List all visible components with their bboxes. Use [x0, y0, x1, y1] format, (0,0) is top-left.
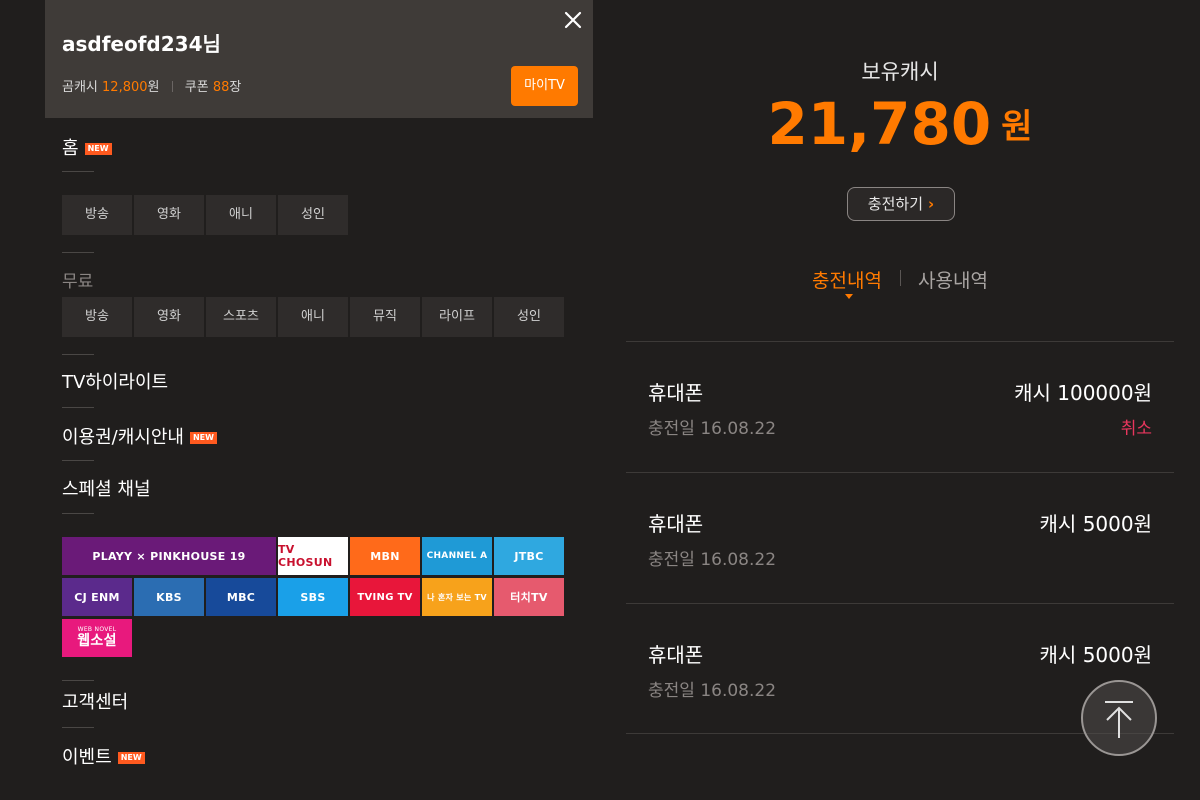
channel-tile-tving[interactable]: TVING TV: [350, 578, 420, 616]
caret-down-icon: [845, 294, 853, 299]
scroll-top-button[interactable]: [1081, 680, 1157, 756]
free-category-anime[interactable]: 애니: [278, 297, 348, 337]
channel-tile-kbs[interactable]: KBS: [134, 578, 204, 616]
divider: [62, 252, 94, 253]
tab-usage-history[interactable]: 사용내역: [918, 266, 988, 293]
cancel-link[interactable]: 취소: [1121, 414, 1152, 439]
home-category-adult[interactable]: 성인: [278, 195, 348, 235]
cash-amount-unit: 원: [1001, 107, 1033, 147]
free-category-life[interactable]: 라이프: [422, 297, 492, 337]
history-amount: 캐시 100000원: [1014, 381, 1152, 405]
channel-tile-webnovel[interactable]: WEB NOVEL 웹소설: [62, 619, 132, 657]
coupon-label: 쿠폰: [184, 80, 209, 95]
free-section-title: 무료: [62, 272, 94, 292]
cash-amount: 21,780 원: [626, 90, 1174, 158]
new-badge: NEW: [84, 143, 112, 155]
channel-tile-sbs[interactable]: SBS: [278, 578, 348, 616]
arrow-up-icon: [1105, 701, 1133, 738]
divider: [62, 407, 94, 408]
divider: [62, 171, 94, 172]
coupon-value: 88: [212, 80, 230, 95]
menu-item-ticket-label: 이용권/캐시안내: [62, 427, 184, 448]
menu-item-event-label: 이벤트: [62, 747, 112, 768]
channel-tile-channel-a[interactable]: CHANNEL A: [422, 537, 492, 575]
gomcash-value: 12,800: [102, 80, 148, 95]
username: asdfeofd234님: [62, 32, 221, 56]
divider: [62, 513, 94, 514]
channel-tile-mbc[interactable]: MBC: [206, 578, 276, 616]
history-amount: 캐시 5000원: [1039, 512, 1152, 536]
webnovel-label: 웹소설: [77, 632, 117, 649]
tab-divider: [900, 270, 901, 286]
history-method: 휴대폰: [648, 512, 704, 536]
channel-tile-playy-pinkhouse[interactable]: PLAYY × PINKHOUSE 19: [62, 537, 276, 575]
channel-tile-cjenm[interactable]: CJ ENM: [62, 578, 132, 616]
list-divider: [626, 472, 1174, 473]
list-divider: [626, 603, 1174, 604]
menu-item-home[interactable]: 홈 NEW: [62, 134, 112, 160]
channel-tile-jtbc[interactable]: JTBC: [494, 537, 564, 575]
menu-item-home-label: 홈: [62, 138, 79, 159]
history-date: 충전일 16.08.22: [648, 550, 777, 570]
menu-item-tv-highlight[interactable]: TV하이라이트: [62, 368, 168, 394]
menu-item-support[interactable]: 고객센터: [62, 688, 128, 714]
chevron-right-icon: ›: [928, 195, 935, 213]
history-method: 휴대폰: [648, 643, 704, 667]
home-category-broadcast[interactable]: 방송: [62, 195, 132, 235]
new-badge: NEW: [117, 752, 145, 764]
free-category-adult[interactable]: 성인: [494, 297, 564, 337]
list-divider: [626, 341, 1174, 342]
coupon-unit: 장: [229, 80, 242, 95]
close-icon[interactable]: [561, 8, 585, 32]
history-method: 휴대폰: [648, 381, 704, 405]
divider: [62, 460, 94, 461]
mytv-button[interactable]: 마이TV: [511, 66, 578, 106]
home-category-movie[interactable]: 영화: [134, 195, 204, 235]
channel-tile-touch-tv[interactable]: 터치TV: [494, 578, 564, 616]
gomcash-label: 곰캐시: [62, 80, 98, 95]
home-category-anime[interactable]: 애니: [206, 195, 276, 235]
free-category-row: 방송 영화 스포츠 애니 뮤직 라이프 성인: [62, 297, 564, 337]
side-menu: asdfeofd234님 곰캐시 12,800원 쿠폰 88장 마이TV 홈 NE…: [45, 0, 593, 800]
home-category-row: 방송 영화 애니 성인: [62, 195, 348, 235]
channel-tile-solo-tv[interactable]: 나 혼자 보는 TV: [422, 578, 492, 616]
menu-item-ticket-cash[interactable]: 이용권/캐시안내 NEW: [62, 423, 217, 449]
divider: [62, 354, 94, 355]
user-stats: 곰캐시 12,800원 쿠폰 88장: [62, 76, 241, 95]
user-header: asdfeofd234님 곰캐시 12,800원 쿠폰 88장 마이TV: [45, 0, 593, 118]
cash-title: 보유캐시: [861, 60, 939, 84]
charge-button-label: 충전하기: [867, 195, 923, 213]
divider: [62, 727, 94, 728]
history-date: 충전일 16.08.22: [648, 681, 777, 701]
channel-tile-mbn[interactable]: MBN: [350, 537, 420, 575]
channel-tile-tvchosun[interactable]: TV CHOSUN: [278, 537, 348, 575]
free-category-sports[interactable]: 스포츠: [206, 297, 276, 337]
channel-logo-grid: PLAYY × PINKHOUSE 19 TV CHOSUN MBN CHANN…: [62, 537, 566, 659]
menu-item-event[interactable]: 이벤트 NEW: [62, 743, 145, 769]
menu-item-special-channel[interactable]: 스페셜 채널: [62, 475, 151, 501]
free-category-movie[interactable]: 영화: [134, 297, 204, 337]
gomcash-unit: 원: [147, 80, 160, 95]
charge-button[interactable]: 충전하기 ›: [847, 187, 955, 221]
history-date: 충전일 16.08.22: [648, 419, 777, 439]
tab-charge-history[interactable]: 충전내역: [812, 266, 882, 293]
divider: [62, 680, 94, 681]
cash-amount-value: 21,780: [767, 90, 992, 158]
new-badge: NEW: [189, 432, 217, 444]
stats-divider: [171, 81, 173, 92]
history-amount: 캐시 5000원: [1039, 643, 1152, 667]
free-category-music[interactable]: 뮤직: [350, 297, 420, 337]
free-category-broadcast[interactable]: 방송: [62, 297, 132, 337]
